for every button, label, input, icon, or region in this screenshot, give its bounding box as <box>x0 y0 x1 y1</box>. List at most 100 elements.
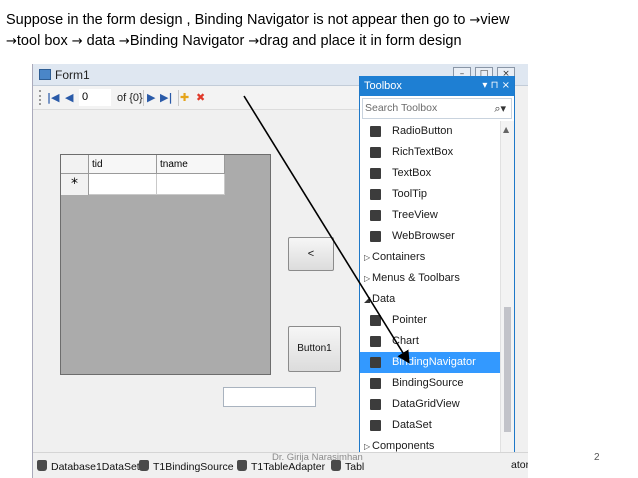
caption-line-1: Suppose in the form design , Binding Nav… <box>6 10 632 31</box>
collapsed-triangle-icon[interactable]: ▷ <box>364 268 370 289</box>
search-placeholder: Search Toolbox <box>365 102 438 114</box>
arrow-icon: → <box>71 34 83 49</box>
tray-item-label: T1BindingSource <box>153 461 234 473</box>
toolbox-item-webbrowser[interactable]: WebBrowser <box>360 226 500 247</box>
tray-item-dataset[interactable]: Database1DataSet <box>37 460 140 474</box>
toolbox-item-textbox[interactable]: TextBox <box>360 163 500 184</box>
toolbox-item-label: TextBox <box>392 167 432 179</box>
close-icon[interactable]: × <box>502 80 510 91</box>
collapsed-triangle-icon[interactable]: ▷ <box>364 247 370 268</box>
toolbox-item-label: RadioButton <box>392 125 453 137</box>
toolbox-title: Toolbox <box>364 80 402 92</box>
toolbox-item-label: RichTextBox <box>392 146 454 158</box>
bindingsource-icon <box>370 378 381 389</box>
delete-icon[interactable]: ✖ <box>196 90 205 106</box>
column-header-tid[interactable]: tid <box>89 155 157 174</box>
toolbox-title-bar: Toolbox ▾ ⊓ × <box>360 76 514 96</box>
form-icon <box>39 69 51 80</box>
toolbox-item-bindingnavigator[interactable]: BindingNavigator <box>360 352 500 373</box>
toolbox-item-tooltip[interactable]: ToolTip <box>360 184 500 205</box>
column-header-tname[interactable]: tname <box>157 155 225 174</box>
caption-step-toolbox: tool box <box>16 33 72 49</box>
table-adapter-icon <box>237 460 247 471</box>
move-first-icon[interactable]: |◀ <box>47 90 59 106</box>
position-input[interactable]: 0 <box>79 89 111 106</box>
grid-corner-cell[interactable] <box>61 155 89 174</box>
toolbox-item-treeview[interactable]: TreeView <box>360 205 500 226</box>
toolbox-category-menus-toolbars[interactable]: ▷ Menus & Toolbars <box>360 268 500 289</box>
form-title: Form1 <box>55 68 90 82</box>
toolbox-item-label: Data <box>372 293 396 305</box>
datagridview-icon <box>370 399 381 410</box>
move-next-icon[interactable]: ▶ <box>147 90 155 106</box>
arrow-icon: → <box>248 34 260 49</box>
slide-caption: Suppose in the form design , Binding Nav… <box>6 10 632 52</box>
radiobutton-icon <box>370 126 381 137</box>
caption-line-2: →tool box → data →Binding Navigator →dra… <box>6 31 632 52</box>
toolbox-item-label: Pointer <box>392 314 427 326</box>
grid-cell-tid[interactable] <box>89 174 157 195</box>
caption-step-data: data <box>82 33 119 49</box>
dataset-icon <box>370 420 381 431</box>
button1[interactable]: Button1 <box>288 326 341 372</box>
scroll-thumb[interactable] <box>504 307 511 432</box>
binding-source-icon <box>139 460 149 471</box>
designer-screenshot: Form1 – □ × |◀ ◀ 0 of {0} ▶ ▶| ✚ ✖ tid t… <box>32 64 528 478</box>
toolbox-item-chart[interactable]: Chart <box>360 331 500 352</box>
search-icon[interactable]: ⌕▾ <box>494 99 506 118</box>
richtextbox-icon <box>370 147 381 158</box>
toolbox-item-richtextbox[interactable]: RichTextBox <box>360 142 500 163</box>
toolbox-item-label: ToolTip <box>392 188 428 200</box>
tray-item-overflow: ator <box>511 459 528 471</box>
move-previous-icon[interactable]: ◀ <box>65 90 73 106</box>
toolbox-item-datagridview[interactable]: DataGridView <box>360 394 500 415</box>
caption-step-binding-navigator: Binding Navigator <box>129 33 249 49</box>
caption-step-view: view <box>480 12 510 28</box>
toolbox-item-label: Chart <box>392 335 419 347</box>
toolbox-item-label: DataGridView <box>392 398 460 410</box>
toolbox-item-label: Containers <box>372 251 426 263</box>
page-number: 2 <box>594 452 600 463</box>
new-row-header[interactable]: * <box>61 174 89 195</box>
toolbox-item-pointer[interactable]: Pointer <box>360 310 500 331</box>
grid-cell-tname[interactable] <box>157 174 225 195</box>
webbrowser-icon <box>370 231 381 242</box>
pin-icon[interactable]: ⊓ <box>491 80 499 91</box>
toolbox-scrollbar[interactable]: ▲ ▼ <box>500 121 514 478</box>
toolbox-item-radiobutton[interactable]: RadioButton <box>360 121 500 142</box>
pointer-icon <box>370 315 381 326</box>
tray-item-label: Database1DataSet <box>51 461 140 473</box>
toolbox-panel: Toolbox ▾ ⊓ × Search Toolbox ⌕▾ RadioBut… <box>359 76 515 478</box>
expanded-triangle-icon[interactable]: ◢ <box>364 289 370 310</box>
toolbar-separator <box>178 90 179 106</box>
toolbox-item-label: Menus & Toolbars <box>372 272 460 284</box>
toolbar-separator <box>143 90 144 106</box>
treeview-icon <box>370 210 381 221</box>
text-input[interactable] <box>223 387 316 407</box>
toolbox-item-label: BindingSource <box>392 377 464 389</box>
dataset-icon <box>37 460 47 471</box>
toolbox-item-label: TreeView <box>392 209 438 221</box>
toolbox-item-bindingsource[interactable]: BindingSource <box>360 373 500 394</box>
toolbox-search-input[interactable]: Search Toolbox ⌕▾ <box>362 98 512 119</box>
chevron-down-icon[interactable]: ▾ <box>482 80 487 91</box>
toolbox-category-containers[interactable]: ▷ Containers <box>360 247 500 268</box>
arrow-icon: → <box>469 13 481 28</box>
count-label: of {0} <box>117 92 143 104</box>
tray-item-binding-source[interactable]: T1BindingSource <box>139 460 234 474</box>
arrow-icon: → <box>118 34 130 49</box>
toolbox-item-label: DataSet <box>392 419 432 431</box>
toolbox-item-list: RadioButton RichTextBox TextBox ToolTip Tree… <box>360 121 500 478</box>
toolbox-item-dataset[interactable]: DataSet <box>360 415 500 436</box>
footer-author: Dr. Girija Narasimhan <box>272 452 363 463</box>
add-new-icon[interactable]: ✚ <box>180 90 189 106</box>
move-last-icon[interactable]: ▶| <box>160 90 172 106</box>
textbox-icon <box>370 168 381 179</box>
arrow-icon: → <box>6 34 17 49</box>
back-button[interactable]: < <box>288 237 334 271</box>
scroll-up-icon[interactable]: ▲ <box>503 125 509 134</box>
data-grid-view[interactable]: tid tname * <box>60 154 271 375</box>
toolbar-grip[interactable] <box>39 90 41 105</box>
toolbox-category-data[interactable]: ◢ Data <box>360 289 500 310</box>
chart-icon <box>370 336 381 347</box>
